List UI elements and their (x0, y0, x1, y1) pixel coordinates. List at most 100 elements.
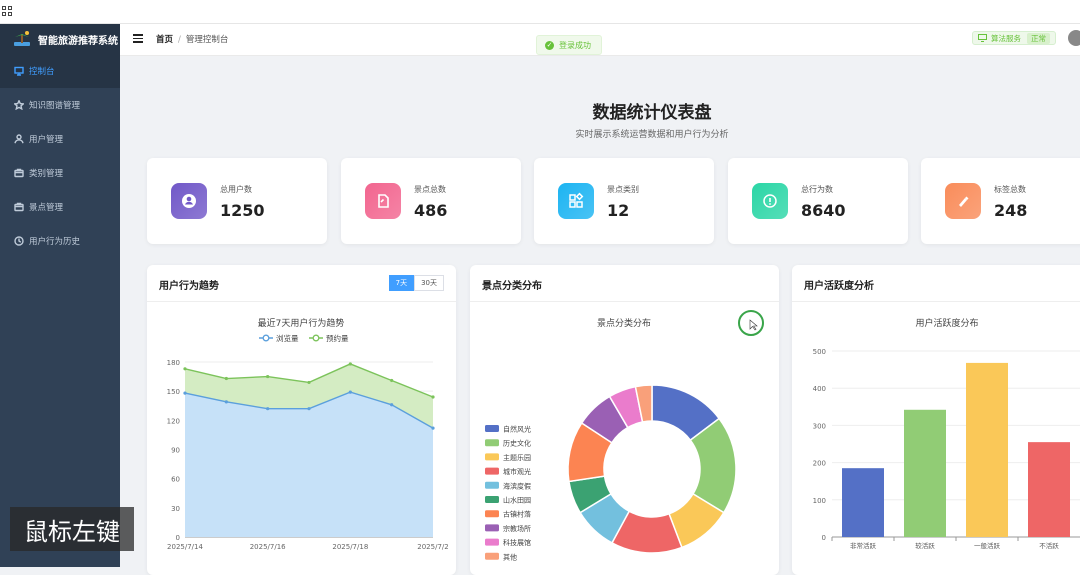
legend-item-7[interactable]: 宗教场所 (485, 524, 531, 533)
legend-label: 自然风光 (503, 425, 531, 434)
legend-label: 宗教场所 (503, 524, 531, 533)
stat-card-3: 总行为数 8640 (728, 158, 908, 244)
behavior-trend-card: 用户行为趋势 7天 30天 最近7天用户行为趋势 浏览量 预约量 0 30 60 90 120 1… (147, 265, 456, 575)
data-point[interactable] (431, 395, 435, 399)
stat-value: 1250 (220, 201, 265, 220)
data-point[interactable] (183, 367, 187, 371)
range-7d-button[interactable]: 7天 (388, 275, 415, 291)
data-point[interactable] (266, 374, 270, 379)
x-tick-label: 2025/7/14 (167, 543, 203, 551)
legend-item-0[interactable]: 浏览量 (259, 333, 299, 343)
legend-label: 山水田园 (503, 496, 531, 505)
window-topbar (0, 0, 1080, 24)
stat-card-0: 总用户数 1250 (147, 158, 327, 244)
stat-card-4: 标签总数 248 (921, 158, 1080, 244)
category-pie-chart: 景点分类分布自然风光历史文化主题乐园城市观光海滨度假山水田园古镇村落宗教场所科技… (485, 310, 764, 561)
info-circle-icon (752, 183, 788, 219)
breadcrumb-home[interactable]: 首页 (156, 35, 173, 45)
data-point[interactable] (348, 390, 352, 394)
user-icon (14, 134, 24, 144)
sidebar-item-label: 用户管理 (29, 135, 64, 145)
sidebar-item-1[interactable]: 知识图谱管理 (0, 88, 120, 122)
sidebar-item-label: 景点管理 (29, 203, 64, 213)
data-point[interactable] (266, 407, 270, 411)
sidebar-header[interactable]: 智能旅游推荐系统 (0, 24, 120, 54)
y-tick-label: 500 (813, 348, 826, 356)
card-title: 景点分类分布 (482, 281, 542, 292)
star-icon (14, 100, 24, 110)
mouse-cursor-icon (749, 319, 758, 331)
series-area-0 (185, 392, 433, 537)
y-tick-label: 0 (176, 534, 180, 542)
legend-label: 科技展馆 (503, 538, 531, 547)
data-point[interactable] (307, 407, 311, 411)
data-point[interactable] (348, 362, 352, 366)
y-tick-label: 0 (822, 534, 826, 542)
sidebar: 智能旅游推荐系统 控制台知识图谱管理 用户管理类别管理景点管理用户行为历史 (0, 24, 120, 567)
tag-pen-icon (945, 183, 981, 219)
bar-3[interactable] (1028, 442, 1070, 537)
page-subtitle: 实时展示系统运营数据和用户行为分析 (575, 130, 729, 140)
x-tick-label: 2025/7/18 (332, 543, 368, 551)
legend-item-6[interactable]: 古镇村落 (485, 510, 531, 519)
algo-status-badge: 正常 (1027, 32, 1050, 44)
range-30d-button[interactable]: 30天 (414, 275, 444, 291)
legend-item-5[interactable]: 山水田园 (485, 496, 531, 505)
y-tick-label: 300 (813, 422, 826, 430)
legend-item-1[interactable]: 历史文化 (485, 439, 531, 448)
legend-label: 浏览量 (276, 333, 299, 343)
chart-title: 用户活跃度分布 (915, 317, 978, 329)
activity-bar-chart: 用户活跃度分布 0 100 200 300 400 500 非常活跃 较活跃 一般活跃 不活跃 (813, 317, 1080, 550)
stat-label: 总用户数 (220, 185, 252, 194)
sidebar-item-0[interactable]: 控制台 (0, 54, 120, 88)
legend-item-2[interactable]: 主题乐园 (485, 453, 531, 462)
category-grid-icon (558, 183, 594, 219)
legend-item-9[interactable]: 其他 (485, 552, 517, 561)
sidebar-item-5[interactable]: 用户行为历史 (0, 224, 120, 258)
legend-label: 预约量 (326, 333, 349, 343)
breadcrumb: 首页 / 管理控制台 (156, 35, 229, 45)
legend-item-8[interactable]: 科技展馆 (485, 538, 531, 547)
algo-service-status[interactable]: 算法服务 正常 (972, 31, 1056, 45)
y-tick-label: 90 (171, 447, 180, 455)
clock-icon (14, 236, 24, 246)
stat-value: 8640 (801, 201, 846, 220)
document-icon (365, 183, 401, 219)
apps-grid-icon[interactable] (2, 6, 12, 16)
sidebar-item-label: 类别管理 (29, 169, 64, 179)
toast-text: 登录成功 (559, 40, 591, 50)
page-title: 数据统计仪表盘 (592, 103, 712, 123)
hamburger-menu-icon[interactable] (133, 34, 143, 43)
legend-item-1[interactable]: 预约量 (309, 333, 349, 343)
algo-label: 算法服务 (991, 33, 1021, 43)
monitor-icon (978, 34, 987, 42)
legend-label: 其他 (503, 552, 517, 561)
legend-label: 海滨度假 (503, 481, 531, 490)
sidebar-item-3[interactable]: 类别管理 (0, 156, 120, 190)
y-tick-label: 150 (167, 388, 180, 396)
legend-item-0[interactable]: 自然风光 (485, 425, 531, 434)
category-distribution-card: 景点分类分布 景点分类分布 自然风光 历史文化 主题乐园 城市观光 海滨度假 山水田园 古镇村… (470, 265, 779, 575)
stat-value: 248 (994, 201, 1028, 220)
sidebar-item-2[interactable]: 用户管理 (0, 122, 120, 156)
data-point[interactable] (307, 380, 311, 385)
avatar[interactable] (1068, 30, 1080, 46)
bar-1[interactable] (904, 409, 946, 537)
legend-item-3[interactable]: 城市观光 (485, 467, 531, 476)
data-point[interactable] (390, 378, 394, 383)
sidebar-item-4[interactable]: 景点管理 (0, 190, 120, 224)
sidebar-item-label: 知识图谱管理 (29, 101, 81, 111)
check-circle-icon: ✓ (545, 40, 554, 50)
data-point[interactable] (390, 403, 394, 407)
legend-label: 主题乐园 (503, 453, 531, 462)
legend-item-4[interactable]: 海滨度假 (485, 481, 531, 490)
data-point[interactable] (224, 376, 228, 381)
bar-2[interactable] (966, 362, 1008, 537)
palm-logo-icon (12, 29, 32, 49)
bar-0[interactable] (842, 468, 884, 537)
data-point[interactable] (183, 391, 187, 395)
data-point[interactable] (224, 400, 228, 404)
success-toast: ✓ 登录成功 (536, 35, 602, 55)
data-point[interactable] (431, 426, 435, 430)
y-tick-label: 180 (167, 359, 180, 367)
